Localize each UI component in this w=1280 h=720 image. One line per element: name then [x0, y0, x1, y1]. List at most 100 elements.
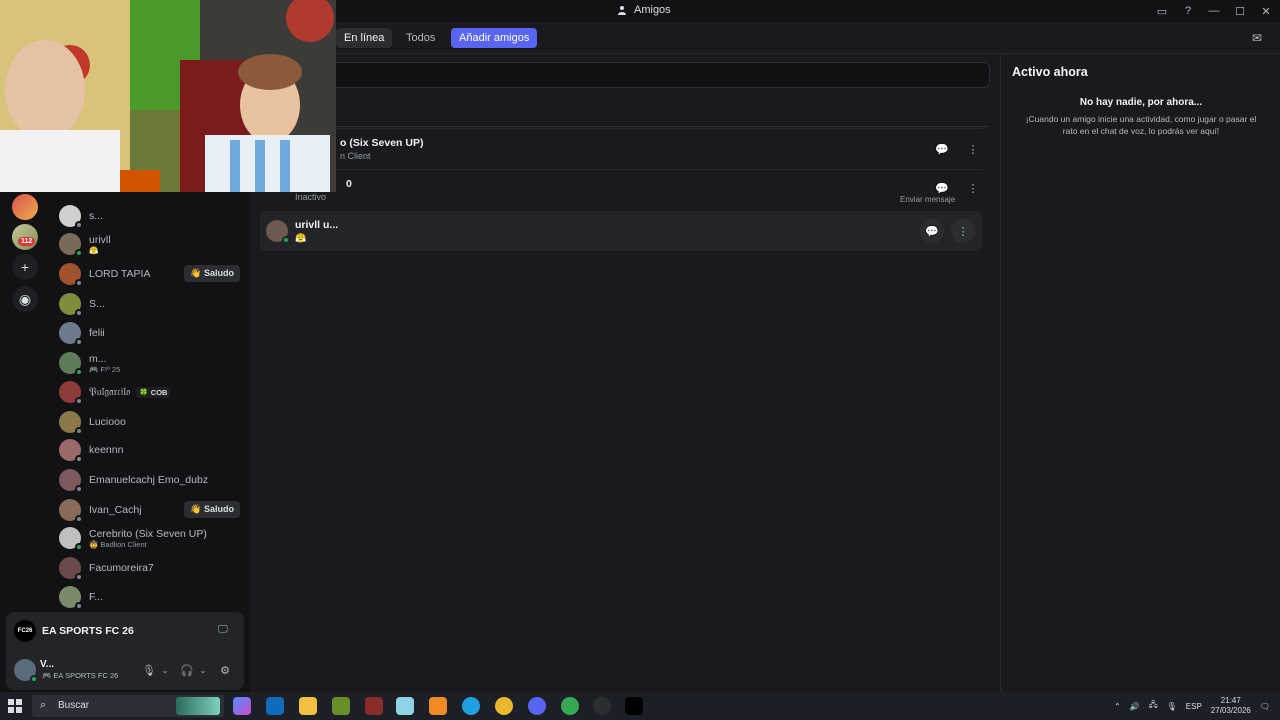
- dm-item[interactable]: Emanuelcachj Emo_dubz: [56, 466, 246, 494]
- chevron-up-icon[interactable]: ⌃: [1114, 702, 1121, 711]
- friend-row[interactable]: o (Six Seven UP) n Client 💬 ⋮: [260, 128, 982, 168]
- avatar: [59, 586, 83, 610]
- screen-share-icon[interactable]: 🖵: [218, 624, 232, 636]
- microphone-icon[interactable]: 🎙: [142, 663, 156, 677]
- new-group-dm-icon[interactable]: ✉: [1252, 31, 1266, 45]
- outlook-icon[interactable]: [266, 697, 284, 715]
- friends-main: En línea Todos Añadir amigos o (Six Seve…: [250, 22, 1280, 692]
- dm-item[interactable]: keennn: [56, 436, 246, 464]
- status-indicator: [75, 338, 83, 346]
- taskbar: ⌕ Buscar ⌃ 🔊 🖧 🎙 ESP 21:47 27/03/2026 🗨: [0, 692, 1280, 720]
- dm-item[interactable]: urivll 😤: [56, 230, 246, 258]
- window-title: Amigos: [618, 4, 671, 16]
- add-server-icon[interactable]: +: [12, 254, 38, 280]
- taskbar-search-label: Buscar: [58, 700, 90, 711]
- dm-item[interactable]: F...: [56, 583, 246, 611]
- dm-item[interactable]: s...: [56, 202, 246, 230]
- winrar-icon[interactable]: [365, 697, 383, 715]
- wave-button[interactable]: 👋 Saludo: [184, 501, 240, 518]
- inbox-icon[interactable]: ▭: [1154, 3, 1170, 19]
- discover-icon[interactable]: ◉: [12, 286, 38, 312]
- dm-name: felii: [89, 327, 105, 339]
- chrome-profile-icon[interactable]: [561, 697, 579, 715]
- tab-online[interactable]: En línea: [336, 28, 393, 48]
- windows-start-icon[interactable]: [8, 699, 22, 713]
- dm-item[interactable]: felii: [56, 319, 246, 347]
- maximize-button[interactable]: ☐: [1232, 3, 1248, 19]
- server-icon-1[interactable]: [12, 194, 38, 220]
- message-icon[interactable]: 💬: [930, 137, 954, 161]
- message-icon[interactable]: 💬: [920, 219, 944, 243]
- minecraft-icon[interactable]: [332, 697, 350, 715]
- discord-icon[interactable]: [528, 697, 546, 715]
- more-icon[interactable]: ⋮: [951, 219, 975, 243]
- divider: [260, 126, 990, 127]
- status-indicator: [75, 397, 83, 405]
- friend-row[interactable]: 0 Inactivo 💬 ⋮: [260, 169, 982, 209]
- avatar: [59, 557, 83, 581]
- active-now-panel: Activo ahora No hay nadie, por ahora... …: [1000, 54, 1280, 692]
- notification-icon[interactable]: 🗨: [1260, 702, 1270, 711]
- volume-icon[interactable]: 🔊: [1130, 702, 1140, 711]
- search-input[interactable]: [260, 62, 990, 88]
- dm-item[interactable]: S...: [56, 290, 246, 318]
- close-button[interactable]: ✕: [1258, 3, 1274, 19]
- app-icon[interactable]: [396, 697, 414, 715]
- avatar: [59, 411, 83, 435]
- dm-item[interactable]: Luciooo: [56, 408, 246, 436]
- dm-item[interactable]: LORD TAPIA 👋 Saludo: [56, 260, 246, 288]
- avatar[interactable]: [14, 659, 38, 683]
- taskbar-search[interactable]: ⌕ Buscar: [32, 695, 224, 717]
- system-tray: ⌃ 🔊 🖧 🎙 ESP 21:47 27/03/2026 🗨: [1114, 692, 1270, 720]
- status-indicator: [75, 368, 83, 376]
- clock-date: 27/03/2026: [1210, 706, 1251, 715]
- file-explorer-icon[interactable]: [299, 697, 317, 715]
- friend-row[interactable]: urivll u... 😤 💬 ⋮: [260, 211, 982, 251]
- chrome-icon[interactable]: [495, 697, 513, 715]
- more-icon[interactable]: ⋮: [961, 176, 985, 200]
- search-highlight-image: [176, 697, 220, 715]
- tab-add-friend[interactable]: Añadir amigos: [451, 28, 538, 48]
- obs-icon[interactable]: [593, 697, 611, 715]
- clock[interactable]: 21:47 27/03/2026: [1211, 696, 1251, 716]
- dm-item[interactable]: Ivan_Cachj 👋 Saludo: [56, 496, 246, 524]
- edge-icon[interactable]: [462, 697, 480, 715]
- wave-button[interactable]: 👋 Saludo: [184, 265, 240, 282]
- dm-name: S...: [89, 298, 105, 310]
- empty-text: ¡Cuando un amigo inicie una actividad, c…: [1025, 114, 1257, 136]
- tooltip-send-message: Enviar mensaje: [900, 195, 956, 204]
- avatar: [59, 205, 83, 229]
- dm-item[interactable]: Cerebrito (Six Seven UP) 🤠 Badlion Client: [56, 524, 246, 552]
- chevron-down-icon[interactable]: ⌄: [196, 663, 210, 677]
- chevron-down-icon[interactable]: ⌄: [158, 663, 172, 677]
- status-indicator: [75, 602, 83, 610]
- user-panel: V... 🎮 EA SPORTS FC 26 🎙 ⌄ 🎧 ⌄ ⚙: [6, 650, 244, 690]
- vlc-icon[interactable]: [429, 697, 447, 715]
- dm-item[interactable]: m... 🎮 F!º 25: [56, 349, 246, 377]
- ea-fc-icon[interactable]: [625, 697, 643, 715]
- copilot-icon[interactable]: [233, 697, 251, 715]
- status-indicator: [75, 455, 83, 463]
- dm-item[interactable]: Facumoreira7: [56, 554, 246, 582]
- status-indicator: [75, 485, 83, 493]
- clock-time: 21:47: [1220, 696, 1241, 705]
- microphone-icon[interactable]: 🎙: [1167, 702, 1177, 711]
- game-activity-card[interactable]: FC26 EA SPORTS FC 26 🖵: [6, 612, 244, 650]
- search-icon: ⌕: [40, 699, 47, 711]
- minimize-button[interactable]: —: [1206, 3, 1222, 19]
- network-icon[interactable]: 🖧: [1149, 699, 1158, 713]
- more-icon[interactable]: ⋮: [961, 137, 985, 161]
- status-indicator: [75, 221, 83, 229]
- avatar: [59, 469, 83, 493]
- avatar: [59, 263, 83, 287]
- gear-icon[interactable]: ⚙: [218, 663, 232, 677]
- game-name: EA SPORTS FC 26: [42, 625, 134, 637]
- dm-item[interactable]: 𝔓𝔲𝔩𝔤𝔞𝔯𝔠𝔦𝔩𝔬 🍀 COB: [56, 378, 246, 406]
- status-indicator: [75, 515, 83, 523]
- dm-name: keennn: [89, 444, 124, 456]
- language-indicator[interactable]: ESP: [1186, 702, 1202, 711]
- dm-name: Luciooo: [89, 416, 126, 428]
- tab-all[interactable]: Todos: [398, 28, 443, 48]
- help-icon[interactable]: ?: [1180, 3, 1196, 19]
- headphones-icon[interactable]: 🎧: [180, 663, 194, 677]
